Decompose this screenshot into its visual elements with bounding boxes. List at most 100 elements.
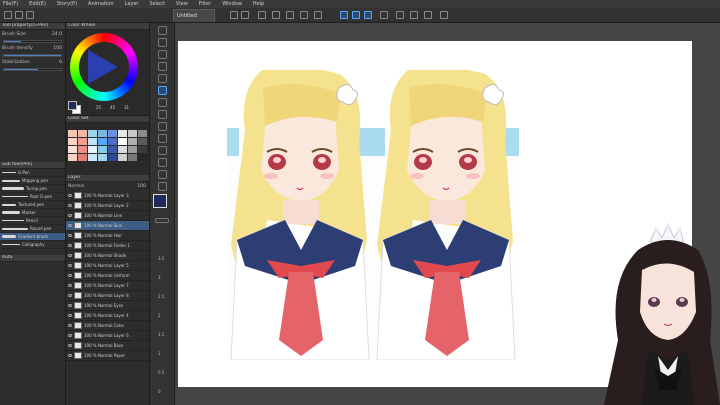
eye-icon[interactable] [68,244,72,247]
brush-item[interactable]: Pencil [0,217,65,225]
eye-icon[interactable] [68,314,72,317]
main-color-swatch[interactable] [68,101,77,110]
save-icon[interactable] [26,11,34,19]
layer-row[interactable]: 100 % Normal Layer 4 [66,311,149,321]
eye-icon[interactable] [68,204,72,207]
color-swatch[interactable] [98,138,107,145]
brightness-value[interactable]: 31 [124,105,129,110]
color-swatch[interactable] [68,154,77,161]
color-swatch[interactable] [118,138,127,145]
blend-mode-select[interactable]: Normal [68,184,84,189]
brush-item[interactable]: Marker [0,209,65,217]
menu-filter[interactable]: Filter [199,1,211,7]
move-layer-tool-icon[interactable] [158,62,167,71]
foreground-color-swatch[interactable] [153,194,167,208]
layer-row[interactable]: 100 % Normal Base [66,341,149,351]
color-swatch[interactable] [128,138,137,145]
brush-item[interactable]: Round pen [0,225,65,233]
deselect-icon[interactable] [286,11,294,19]
eye-icon[interactable] [68,344,72,347]
color-swatch[interactable] [98,154,107,161]
reference-icon[interactable] [410,11,418,19]
color-swatch[interactable] [98,130,107,137]
layer-row[interactable]: 100 % Normal Uniform [66,271,149,281]
eye-icon[interactable] [68,274,72,277]
color-swatch[interactable] [128,146,137,153]
brush-density-slider[interactable] [3,54,62,57]
transform-icon[interactable] [272,11,280,19]
transparent-color-icon[interactable] [155,218,169,223]
eye-icon[interactable] [68,234,72,237]
saturation-value[interactable]: 45 [110,105,115,110]
airbrush-tool-icon[interactable] [158,122,167,131]
snap-grid-icon[interactable] [364,11,372,19]
color-swatch[interactable] [118,154,127,161]
undo-icon[interactable] [230,11,238,19]
gradient-icon[interactable] [380,11,388,19]
brush-item[interactable]: Turnip pen [0,185,65,193]
menu-animation[interactable]: Animation [88,1,114,7]
redo-icon[interactable] [241,11,249,19]
layer-row[interactable]: 100 % Normal Layer 2 [66,201,149,211]
brush-item[interactable]: Gradient brush [0,233,65,241]
layer-row[interactable]: 100 % Normal Skin [66,221,149,231]
color-swatch[interactable] [108,130,117,137]
eye-icon[interactable] [68,264,72,267]
eye-icon[interactable] [68,214,72,217]
layer-row[interactable]: 100 % Normal Line [66,211,149,221]
color-swatch[interactable] [108,146,117,153]
brush-size-slider[interactable] [3,40,62,43]
eye-icon[interactable] [68,284,72,287]
clear-icon[interactable] [258,11,266,19]
color-swatch[interactable] [88,146,97,153]
layer-row[interactable]: 100 % Normal Eyes [66,301,149,311]
saturation-value-triangle[interactable] [88,50,118,84]
invert-selection-icon[interactable] [300,11,308,19]
hue-value[interactable]: 25 [96,105,101,110]
menu-help[interactable]: Help [253,1,264,7]
color-swatch[interactable] [78,154,87,161]
eye-icon[interactable] [68,194,72,197]
layer-row[interactable]: 100 % Normal Layer 3 [66,191,149,201]
hue-ring[interactable] [70,33,138,101]
eye-icon[interactable] [68,254,72,257]
color-swatch[interactable] [108,138,117,145]
help-icon[interactable] [440,11,448,19]
layer-row[interactable]: 100 % Normal Paper [66,351,149,361]
brush-item[interactable]: Real G-pen [0,193,65,201]
eraser-tool-icon[interactable] [158,134,167,143]
color-swatch[interactable] [88,130,97,137]
operation-tool-icon[interactable] [158,50,167,59]
menu-file[interactable]: File(F) [3,1,18,7]
color-swatch[interactable] [68,130,77,137]
brush-item[interactable]: Textured pen [0,201,65,209]
color-swatch[interactable] [118,146,127,153]
zoom-value[interactable]: Auto [2,255,12,260]
stabilization-slider[interactable] [3,68,62,71]
layer-row[interactable]: 100 % Normal Layer 7 [66,281,149,291]
selection-tool-icon[interactable] [158,74,167,83]
blend-tool-icon[interactable] [158,146,167,155]
settings-icon[interactable] [424,11,432,19]
brush-item[interactable]: Calligraphy [0,241,65,249]
snap-ruler-icon[interactable] [340,11,348,19]
move-tool-icon[interactable] [158,38,167,47]
brush-tool-icon[interactable] [158,110,167,119]
pen-tool-icon[interactable] [158,86,167,95]
color-swatch[interactable] [138,154,147,161]
crop-icon[interactable] [314,11,322,19]
layer-row[interactable]: 100 % Normal Shade [66,251,149,261]
color-swatch[interactable] [88,138,97,145]
menu-select[interactable]: Select [149,1,164,7]
menu-view[interactable]: View [176,1,188,7]
color-swatch[interactable] [138,130,147,137]
color-swatch[interactable] [128,130,137,137]
eyedropper-tool-icon[interactable] [158,182,167,191]
zoom-tool-icon[interactable] [158,26,167,35]
layer-row[interactable]: 100 % Normal Layer 5 [66,261,149,271]
new-file-icon[interactable] [4,11,12,19]
color-swatch[interactable] [108,154,117,161]
text-tool-icon[interactable] [158,170,167,179]
opacity-value[interactable]: 100 [137,184,146,189]
open-file-icon[interactable] [15,11,23,19]
